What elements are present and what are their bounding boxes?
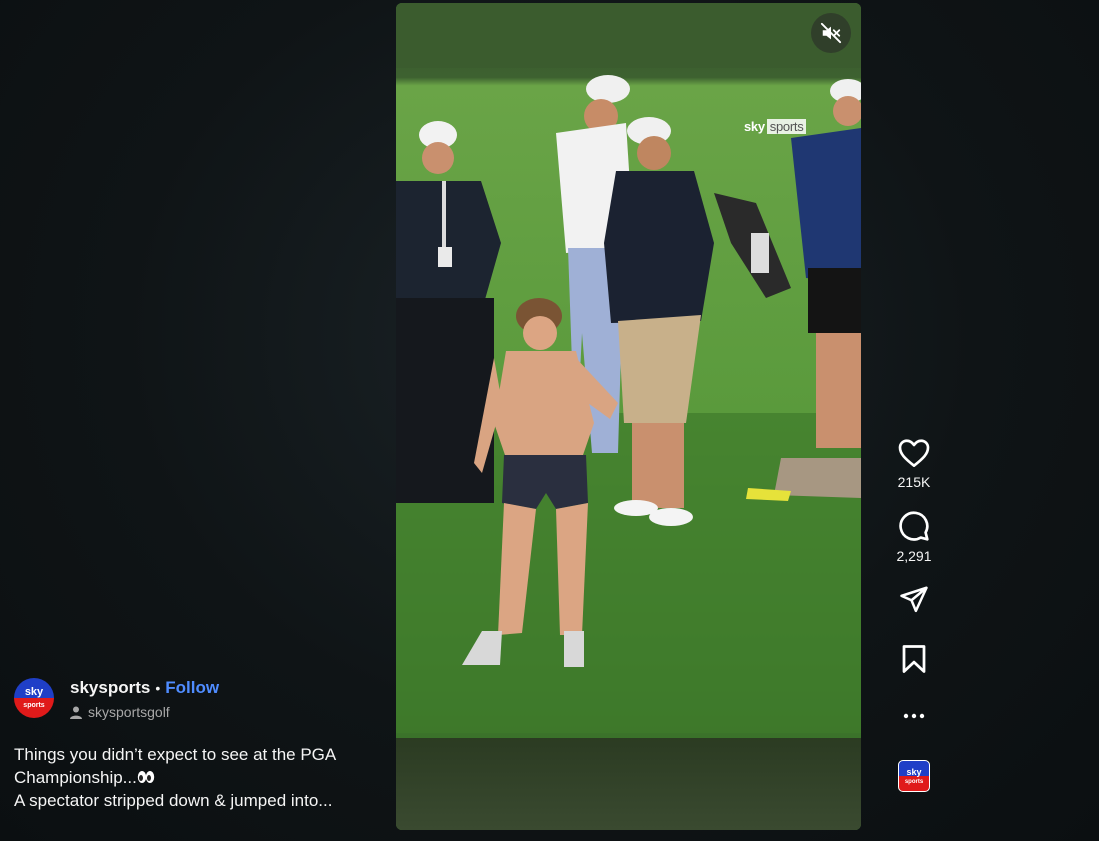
audio-label: skysportsgolf — [88, 704, 170, 720]
author-username[interactable]: skysports — [70, 678, 150, 698]
reel-caption[interactable]: Things you didn’t expect to see at the P… — [14, 743, 374, 812]
comment-icon — [899, 511, 929, 541]
action-bar: 215K 2,291 sky sports — [884, 438, 944, 792]
like-button[interactable]: 215K — [897, 438, 931, 490]
caption-line-2: Championship... — [14, 768, 137, 787]
follow-button[interactable]: Follow — [165, 678, 219, 698]
separator-dot: • — [155, 680, 161, 696]
audio-attribution[interactable]: skysportsgolf — [70, 704, 219, 720]
mute-button[interactable] — [811, 13, 851, 53]
comment-count: 2,291 — [896, 548, 932, 564]
caption-line-1: Things you didn’t expect to see at the P… — [14, 745, 337, 764]
caption-line-2-wrap: Championship... — [14, 766, 374, 789]
comment-button[interactable]: 2,291 — [896, 510, 932, 564]
share-button[interactable] — [899, 584, 929, 614]
caption-line-3: A spectator stripped down & jumped into.… — [14, 791, 333, 810]
bookmark-icon — [902, 645, 926, 673]
audio-thumbnail[interactable]: sky sports — [898, 760, 930, 792]
person-icon — [70, 706, 82, 719]
like-count: 215K — [897, 474, 931, 490]
reel-video[interactable]: sky sports — [396, 3, 861, 830]
author-text: skysports • Follow skysportsgolf — [70, 678, 219, 720]
author-info: sky sports skysports • Follow skysportsg… — [14, 678, 219, 720]
author-name-row: skysports • Follow — [70, 678, 219, 698]
more-options-button[interactable] — [902, 712, 926, 720]
save-button[interactable] — [901, 644, 927, 674]
send-icon — [900, 586, 928, 613]
avatar[interactable]: sky sports — [14, 678, 54, 718]
video-watermark: sky sports — [744, 119, 807, 134]
heart-icon — [898, 439, 930, 467]
speaker-muted-icon — [820, 22, 842, 44]
more-horizontal-icon — [903, 713, 925, 719]
eyes-emoji-icon — [137, 771, 155, 783]
